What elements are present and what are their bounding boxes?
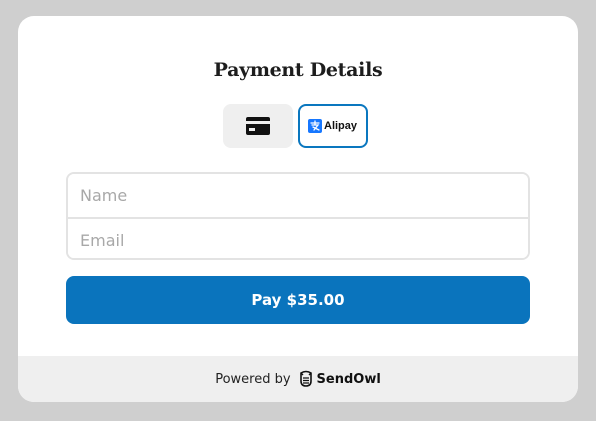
payment-card: Payment Details Alipay Pay $35.00 Powere… [18, 16, 578, 402]
pay-button[interactable]: Pay $35.00 [66, 276, 530, 324]
email-input[interactable] [68, 219, 528, 258]
payment-method-tabs: Alipay [223, 104, 369, 148]
alipay-logo-icon [308, 119, 322, 133]
contact-fields [66, 172, 530, 260]
page-title: Payment Details [213, 59, 383, 81]
sendowl-brand: SendOwl [316, 371, 381, 387]
credit-card-icon [246, 117, 270, 135]
footer: Powered by SendOwl [18, 356, 578, 402]
powered-by-text: Powered by [215, 371, 291, 387]
powered-by-link[interactable]: Powered by SendOwl [18, 356, 578, 402]
card-method-tab[interactable] [223, 104, 293, 148]
name-input[interactable] [68, 174, 528, 217]
alipay-method-tab[interactable]: Alipay [298, 104, 368, 148]
owl-icon [299, 370, 312, 387]
alipay-label: Alipay [324, 120, 358, 132]
